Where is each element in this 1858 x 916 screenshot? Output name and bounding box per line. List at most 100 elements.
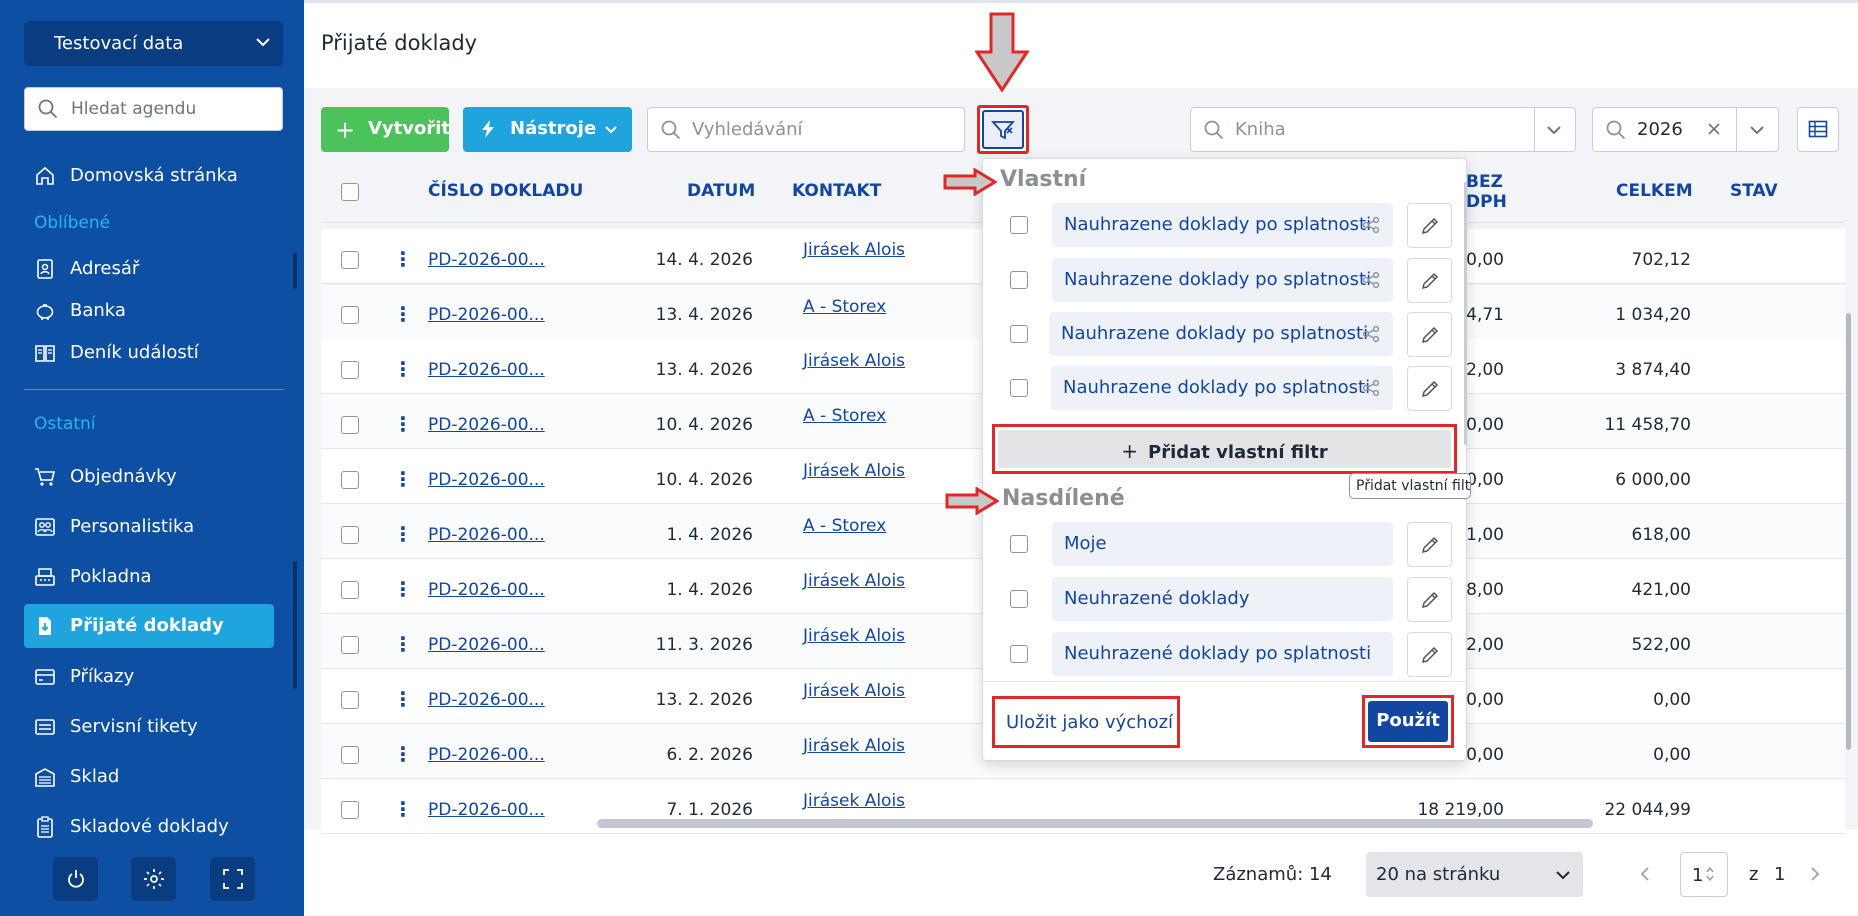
row-menu-icon[interactable]: ⋮ xyxy=(393,744,413,764)
column-header-status[interactable]: STAV xyxy=(1730,181,1778,201)
document-number-link[interactable]: PD-2026-00... xyxy=(428,360,545,380)
save-as-default-button[interactable]: Uložit jako výchozí xyxy=(992,696,1180,748)
row-menu-icon[interactable]: ⋮ xyxy=(393,579,413,599)
nav-item-received-invoices[interactable]: Přijaté doklady xyxy=(24,604,274,648)
row-menu-icon[interactable]: ⋮ xyxy=(393,359,413,379)
document-number-link[interactable]: PD-2026-00... xyxy=(428,745,545,765)
edit-filter-button[interactable] xyxy=(1407,258,1452,303)
edit-filter-button[interactable] xyxy=(1407,312,1452,357)
apply-button[interactable]: Použít xyxy=(1362,695,1454,748)
nav-item-hr[interactable]: Personalistika xyxy=(24,505,274,549)
row-checkbox[interactable] xyxy=(341,361,359,379)
edit-filter-button[interactable] xyxy=(1407,632,1452,677)
shared-filter-item[interactable]: Neuhrazené doklady xyxy=(1052,577,1393,621)
document-number-link[interactable]: PD-2026-00... xyxy=(428,305,545,325)
row-menu-icon[interactable]: ⋮ xyxy=(393,799,413,819)
document-number-link[interactable]: PD-2026-00... xyxy=(428,690,545,710)
settings-button[interactable] xyxy=(131,857,176,901)
nav-item-warehouse[interactable]: Sklad xyxy=(24,755,274,799)
contact-link[interactable]: Jirásek Alois xyxy=(803,681,905,701)
column-settings-button[interactable] xyxy=(1797,107,1839,152)
contact-link[interactable]: Jirásek Alois xyxy=(803,351,905,371)
contact-link[interactable]: Jirásek Alois xyxy=(803,736,905,756)
row-checkbox[interactable] xyxy=(341,251,359,269)
sidebar-scrollbar-other[interactable] xyxy=(293,561,297,689)
contact-link[interactable]: A - Storex xyxy=(803,516,886,536)
agenda-select[interactable]: Testovací data xyxy=(24,21,283,66)
filter-button[interactable] xyxy=(977,105,1029,154)
own-filter-item[interactable]: Nauhrazene doklady po splatnosti xyxy=(1051,366,1393,410)
nav-item-home[interactable]: Domovská stránka xyxy=(24,154,274,198)
nav-item-orders[interactable]: Objednávky xyxy=(24,455,274,499)
row-menu-icon[interactable]: ⋮ xyxy=(393,414,413,434)
nav-item-event-log[interactable]: Deník událostí xyxy=(24,331,274,375)
book-select[interactable]: Kniha xyxy=(1190,107,1576,152)
row-checkbox[interactable] xyxy=(341,581,359,599)
next-page-button[interactable] xyxy=(1809,866,1821,882)
shared-filter-checkbox[interactable] xyxy=(1010,535,1028,553)
row-checkbox[interactable] xyxy=(341,416,359,434)
contact-link[interactable]: Jirásek Alois xyxy=(803,571,905,591)
nav-item-payment-orders[interactable]: Příkazy xyxy=(24,655,274,699)
tools-button[interactable]: Nástroje xyxy=(463,107,632,152)
edit-filter-button[interactable] xyxy=(1407,577,1452,622)
logout-button[interactable] xyxy=(53,857,98,901)
edit-filter-button[interactable] xyxy=(1407,203,1452,248)
row-checkbox[interactable] xyxy=(341,526,359,544)
contact-link[interactable]: Jirásek Alois xyxy=(803,626,905,646)
edit-filter-button[interactable] xyxy=(1407,522,1452,567)
stepper-icon[interactable] xyxy=(1705,865,1715,883)
own-filter-checkbox[interactable] xyxy=(1010,216,1028,234)
contact-link[interactable]: A - Storex xyxy=(803,297,886,317)
column-header-total[interactable]: CELKEM xyxy=(1616,181,1693,201)
nav-item-address-book[interactable]: Adresář xyxy=(24,247,274,291)
row-checkbox[interactable] xyxy=(341,471,359,489)
year-select[interactable]: 2026 xyxy=(1592,107,1779,152)
edit-filter-button[interactable] xyxy=(1407,366,1452,411)
prev-page-button[interactable] xyxy=(1639,866,1651,882)
contact-link[interactable]: Jirásek Alois xyxy=(803,791,905,811)
row-menu-icon[interactable]: ⋮ xyxy=(393,249,413,269)
row-menu-icon[interactable]: ⋮ xyxy=(393,524,413,544)
page-number-input[interactable]: 1 xyxy=(1680,852,1728,897)
row-checkbox[interactable] xyxy=(341,691,359,709)
contact-link[interactable]: Jirásek Alois xyxy=(803,240,905,260)
nav-item-cash-register[interactable]: Pokladna xyxy=(24,555,274,599)
document-number-link[interactable]: PD-2026-00... xyxy=(428,415,545,435)
search-input[interactable]: Vyhledávání xyxy=(647,107,965,152)
nav-item-bank[interactable]: Banka xyxy=(24,289,274,333)
fullscreen-button[interactable] xyxy=(210,857,255,901)
nav-item-stock-documents[interactable]: Skladové doklady xyxy=(24,805,274,849)
horizontal-scrollbar[interactable] xyxy=(597,819,1593,828)
shared-filter-checkbox[interactable] xyxy=(1010,645,1028,663)
own-filter-item[interactable]: Nauhrazene doklady po splatnosti xyxy=(1052,203,1393,247)
row-menu-icon[interactable]: ⋮ xyxy=(393,634,413,654)
document-number-link[interactable]: PD-2026-00... xyxy=(428,635,545,655)
shared-filter-item[interactable]: Moje xyxy=(1052,522,1393,566)
document-number-link[interactable]: PD-2026-00... xyxy=(428,250,545,270)
select-all-checkbox[interactable] xyxy=(341,183,359,201)
column-header-net-line2[interactable]: DPH xyxy=(1466,192,1507,212)
row-menu-icon[interactable]: ⋮ xyxy=(393,689,413,709)
column-header-net-line1[interactable]: BEZ xyxy=(1466,172,1503,192)
own-filter-checkbox[interactable] xyxy=(1010,379,1028,397)
contact-link[interactable]: Jirásek Alois xyxy=(803,461,905,481)
create-button[interactable]: + Vytvořit xyxy=(321,107,450,152)
shared-filter-checkbox[interactable] xyxy=(1010,590,1028,608)
nav-item-service-tickets[interactable]: Servisní tikety xyxy=(24,705,274,749)
row-checkbox[interactable] xyxy=(341,801,359,819)
document-number-link[interactable]: PD-2026-00... xyxy=(428,800,545,820)
row-checkbox[interactable] xyxy=(341,636,359,654)
column-header-number[interactable]: ČÍSLO DOKLADU xyxy=(428,181,583,201)
row-menu-icon[interactable]: ⋮ xyxy=(393,469,413,489)
row-menu-icon[interactable]: ⋮ xyxy=(393,304,413,324)
document-number-link[interactable]: PD-2026-00... xyxy=(428,470,545,490)
own-filter-checkbox[interactable] xyxy=(1010,325,1028,343)
document-number-link[interactable]: PD-2026-00... xyxy=(428,525,545,545)
shared-filter-item[interactable]: Neuhrazené doklady po splatnosti xyxy=(1052,632,1393,676)
contact-link[interactable]: A - Storex xyxy=(803,406,886,426)
add-custom-filter-button[interactable]: + Přidat vlastní filtr xyxy=(992,424,1457,474)
agenda-search-input[interactable]: Hledat agendu xyxy=(24,87,283,131)
sidebar-scrollbar-favorites[interactable] xyxy=(293,253,297,289)
clear-icon[interactable] xyxy=(1706,121,1722,137)
